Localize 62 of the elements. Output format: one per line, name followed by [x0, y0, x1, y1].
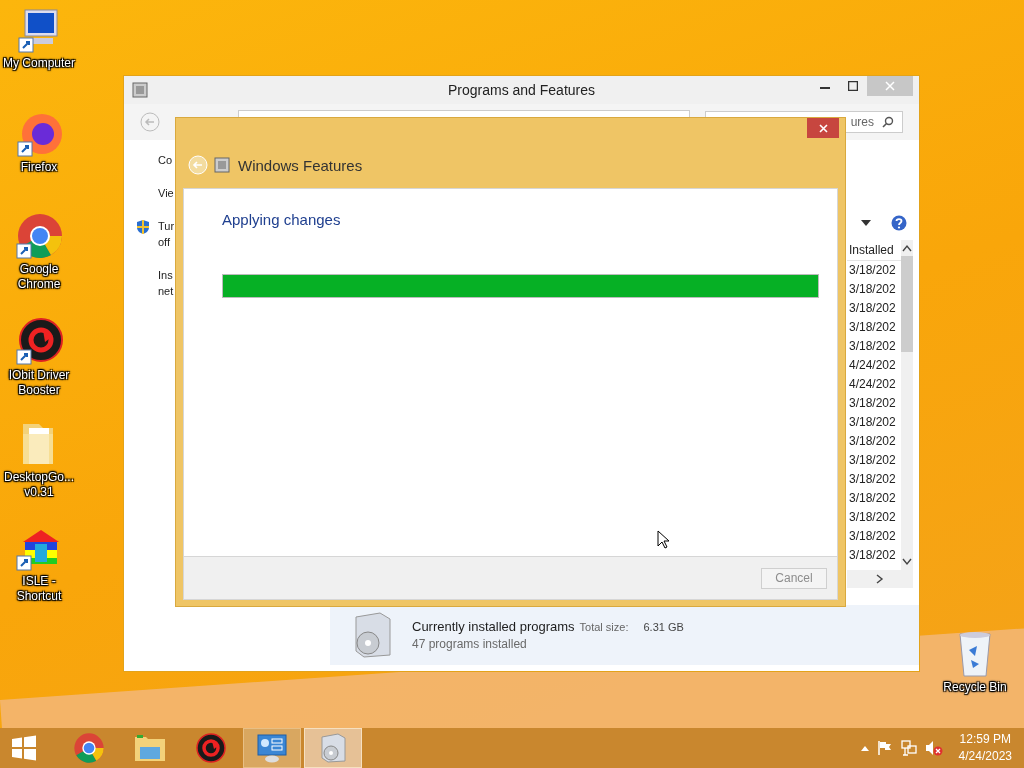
mouse-cursor-icon [657, 530, 669, 549]
recycle-bin-icon[interactable] [957, 630, 993, 678]
windows-logo-icon[interactable] [10, 734, 38, 762]
muted-speaker-icon[interactable] [924, 740, 943, 756]
table-cell-text: 3/18/202 [848, 300, 897, 317]
table-cell-text: 3/18/202 [848, 509, 897, 526]
table-cell-text: 3/18/202 [848, 395, 897, 412]
table-cell-text: 4/24/202 [848, 357, 897, 374]
folder-icon [134, 733, 166, 763]
dropdown-caret-icon[interactable] [861, 220, 871, 226]
table-cell-text: 3/18/202 [848, 414, 897, 431]
flag-icon[interactable] [876, 740, 893, 756]
table-cell-text: 3/18/202 [848, 319, 897, 336]
network-icon[interactable] [900, 740, 917, 756]
status-heading: Applying changes [222, 211, 342, 228]
details-title: Currently installed programs [412, 619, 575, 634]
clock-date: 4/24/2023 [958, 748, 1012, 765]
desktop-icon-label[interactable]: Google Chrome [2, 262, 76, 292]
search-icon [882, 116, 894, 128]
desktop-icon-label[interactable]: DesktopGo... v0.31 [2, 470, 76, 500]
scroll-up-icon[interactable] [902, 244, 912, 252]
taskbar-button[interactable] [243, 728, 301, 768]
table-cell-text: 3/18/202 [848, 281, 897, 298]
table-cell-text: 3/18/202 [848, 490, 897, 507]
close-button[interactable] [807, 118, 839, 138]
computer-icon[interactable] [17, 8, 61, 54]
desktop-icon-label[interactable]: ISLE - Shortcut [2, 574, 76, 604]
dialog-title: Windows Features [238, 156, 363, 174]
table-cell-text: 3/18/202 [848, 528, 897, 545]
close-icon [885, 81, 895, 91]
table-cell-text: 3/18/202 [848, 471, 897, 488]
clock-time: 12:59 PM [959, 731, 1011, 748]
table-cell-text: 3/18/202 [848, 338, 897, 355]
help-icon[interactable] [891, 215, 907, 231]
total-size-label: Total size: [579, 621, 629, 633]
table-cell-text: 4/24/202 [848, 376, 897, 393]
table-cell-text: 3/18/202 [848, 433, 897, 450]
maximize-icon [848, 81, 858, 91]
show-hidden-icons-icon[interactable] [860, 745, 869, 751]
scroll-down-icon[interactable] [902, 558, 912, 566]
software-box-icon [319, 733, 347, 763]
chrome-icon [73, 732, 105, 764]
clock[interactable]: 12:59 PM 4/24/2023 [958, 731, 1012, 765]
desktop-icon-label[interactable]: My Computer [2, 56, 76, 71]
window-title: Programs and Features [447, 82, 596, 98]
shield-icon [136, 219, 150, 235]
scroll-right-icon[interactable] [876, 574, 884, 584]
window-app-icon [132, 82, 148, 98]
program-count: 47 programs installed [412, 637, 528, 651]
table-cell-text: 3/18/202 [848, 452, 897, 469]
total-size-value: 6.31 GB [643, 621, 684, 633]
window-app-icon [214, 157, 230, 173]
gear-arrow-icon[interactable] [15, 318, 63, 366]
desktop-icon-label[interactable]: Firefox [2, 160, 76, 175]
desktop-icon-label[interactable]: IObit Driver Booster [2, 368, 76, 398]
table-cell-text: 3/18/202 [848, 547, 897, 564]
desktop-icon-label[interactable]: Recycle Bin [938, 680, 1012, 695]
control-panel-icon [256, 733, 288, 763]
vertical-scrollbar[interactable] [901, 240, 913, 570]
chrome-icon[interactable] [15, 212, 63, 260]
close-icon [818, 123, 828, 133]
table-cell-text: 3/18/202 [848, 262, 897, 279]
